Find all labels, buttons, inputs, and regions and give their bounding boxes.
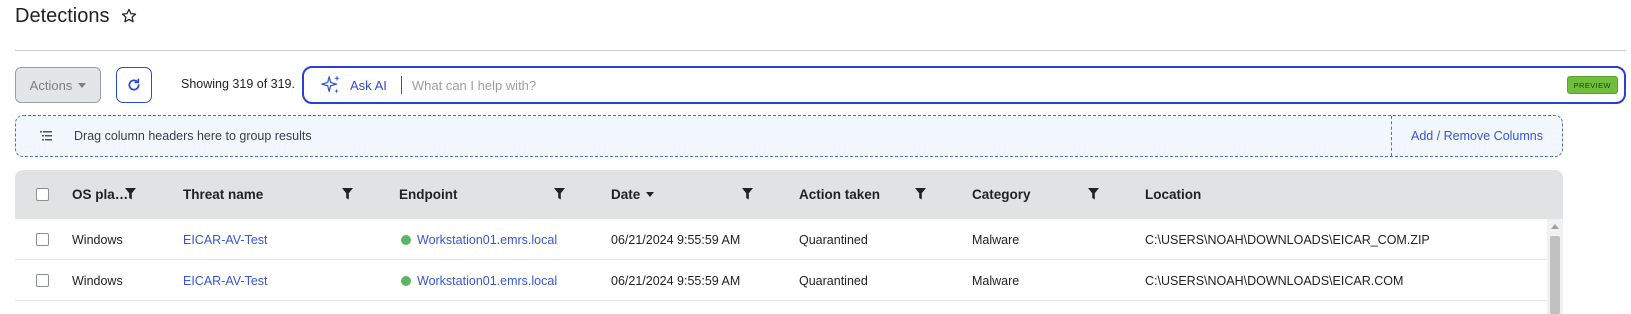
online-status-icon <box>401 275 411 286</box>
scrollbar-thumb[interactable] <box>1550 236 1560 314</box>
column-header-os[interactable]: OS pla… <box>72 170 128 219</box>
header-divider <box>15 50 1626 51</box>
star-icon[interactable] <box>120 7 138 25</box>
location-cell: C:\USERS\NOAH\DOWNLOADS\EICAR_COM.ZIP <box>1145 232 1430 247</box>
group-hint: Drag column headers here to group result… <box>74 129 312 143</box>
refresh-icon <box>126 77 142 93</box>
threat-name-link[interactable]: EICAR-AV-Test <box>183 260 268 301</box>
column-label: Date <box>611 187 641 202</box>
column-header-location[interactable]: Location <box>1145 170 1201 219</box>
column-header-category[interactable]: Category <box>972 170 1031 219</box>
column-label: Location <box>1145 187 1202 202</box>
filter-icon[interactable] <box>915 188 926 200</box>
page-header: Detections <box>15 4 138 28</box>
endpoint-link[interactable]: Workstation01.emrs.local <box>417 233 557 247</box>
ask-ai-input[interactable] <box>411 77 1567 93</box>
endpoint-link[interactable]: Workstation01.emrs.local <box>417 274 557 288</box>
table-row[interactable]: Windows EICAR-AV-Test Workstation01.emrs… <box>15 260 1547 301</box>
category-cell: Malware <box>972 273 1020 288</box>
toolbar: Actions Showing 319 of 319. Ask AI PREVI… <box>15 66 1626 106</box>
table-header: OS pla… Threat name Endpoint Date Action… <box>15 170 1563 219</box>
column-header-date[interactable]: Date <box>611 170 655 219</box>
location-cell: C:\USERS\NOAH\DOWNLOADS\EICAR.COM <box>1145 273 1404 288</box>
filter-icon[interactable] <box>342 188 353 200</box>
column-header-endpoint[interactable]: Endpoint <box>399 170 457 219</box>
column-header-action-taken[interactable]: Action taken <box>799 170 880 219</box>
results-count: Showing 319 of 319. <box>181 77 295 91</box>
refresh-button[interactable] <box>116 67 152 103</box>
column-label: Threat name <box>183 187 264 202</box>
actions-label: Actions <box>29 77 73 93</box>
endpoint-cell: Workstation01.emrs.local <box>401 219 557 260</box>
online-status-icon <box>401 234 411 245</box>
ask-ai-bar[interactable]: Ask AI PREVIEW <box>302 66 1626 104</box>
ask-ai-label[interactable]: Ask AI <box>350 78 387 93</box>
row-checkbox[interactable] <box>36 274 49 287</box>
filter-icon[interactable] <box>1088 188 1099 200</box>
ai-separator <box>400 76 402 94</box>
column-header-threat-name[interactable]: Threat name <box>183 170 263 219</box>
filter-icon[interactable] <box>554 188 565 200</box>
chevron-down-icon <box>78 82 87 88</box>
actions-dropdown-button[interactable]: Actions <box>15 67 101 103</box>
column-label: Endpoint <box>399 187 458 202</box>
sort-descending-icon <box>646 192 655 197</box>
date-cell: 06/21/2024 9:55:59 AM <box>611 232 741 247</box>
table-row[interactable]: Windows EICAR-AV-Test Workstation01.emrs… <box>15 219 1547 260</box>
add-remove-columns-button[interactable]: Add / Remove Columns <box>1391 116 1562 156</box>
row-checkbox[interactable] <box>36 233 49 246</box>
vertical-scrollbar[interactable] <box>1547 219 1563 314</box>
group-list-icon <box>40 131 52 141</box>
os-cell: Windows <box>72 273 123 288</box>
action-cell: Quarantined <box>799 232 868 247</box>
endpoint-cell: Workstation01.emrs.local <box>401 260 557 301</box>
preview-badge: PREVIEW <box>1566 76 1618 94</box>
detections-table: OS pla… Threat name Endpoint Date Action… <box>15 170 1563 314</box>
select-all-checkbox[interactable] <box>36 188 49 201</box>
scroll-up-arrow-icon[interactable] <box>1551 224 1559 229</box>
page-title: Detections <box>15 4 110 27</box>
filter-icon[interactable] <box>742 188 753 200</box>
column-label: Category <box>972 187 1031 202</box>
date-cell: 06/21/2024 9:55:59 AM <box>611 273 741 288</box>
column-label: OS pla… <box>72 187 129 202</box>
column-label: Action taken <box>799 187 881 202</box>
group-drop-zone[interactable]: Drag column headers here to group result… <box>15 115 1563 157</box>
os-cell: Windows <box>72 232 123 247</box>
filter-icon[interactable] <box>125 188 136 200</box>
action-cell: Quarantined <box>799 273 868 288</box>
category-cell: Malware <box>972 232 1020 247</box>
threat-name-link[interactable]: EICAR-AV-Test <box>183 219 268 260</box>
sparkle-icon <box>320 74 342 96</box>
